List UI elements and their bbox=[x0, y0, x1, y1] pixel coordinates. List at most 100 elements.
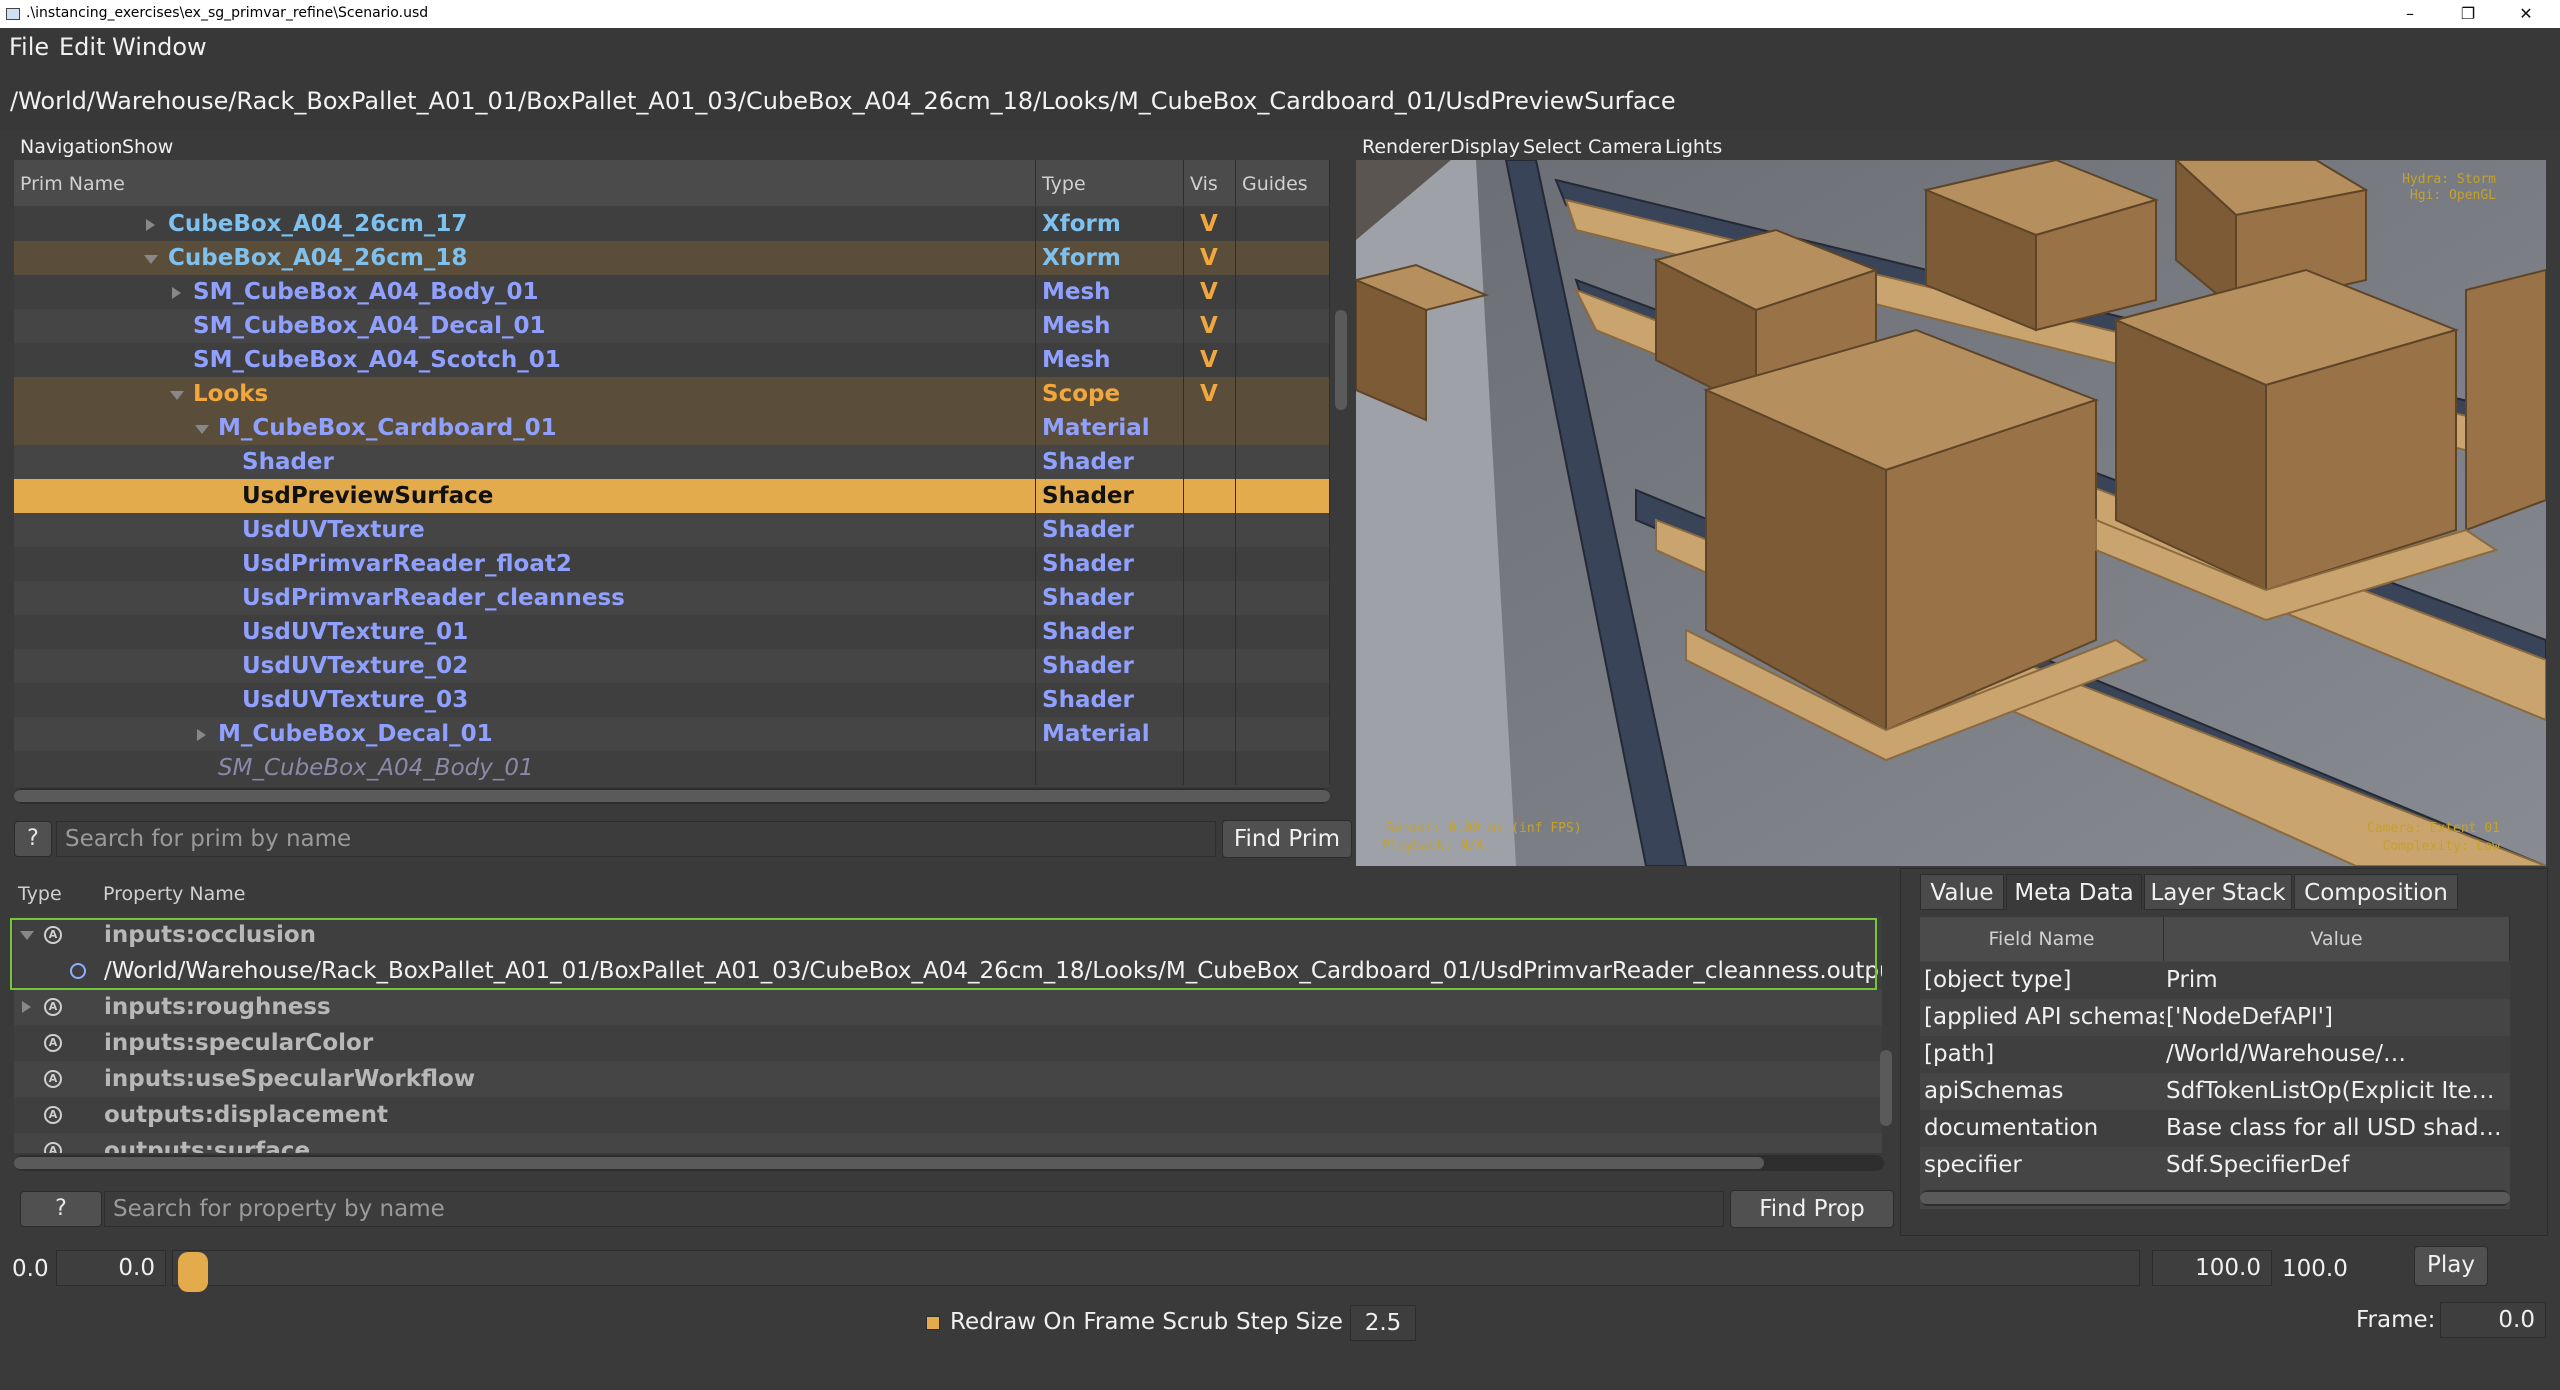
col-prop-type[interactable]: Type bbox=[18, 883, 62, 905]
prim-row[interactable]: UsdUVTexture_01 Shader bbox=[14, 615, 1330, 649]
prim-row[interactable]: UsdPrimvarReader_float2 Shader bbox=[14, 547, 1330, 581]
collapse-icon[interactable] bbox=[144, 255, 158, 264]
menu-navigation[interactable]: Navigation bbox=[20, 136, 122, 158]
menu-file[interactable]: File bbox=[9, 33, 49, 61]
expand-icon[interactable] bbox=[22, 1001, 31, 1013]
start-frame-label: 0.0 bbox=[12, 1256, 49, 1282]
find-prop-button[interactable]: Find Prop bbox=[1730, 1190, 1894, 1228]
tab-composition[interactable]: Composition bbox=[2294, 874, 2458, 910]
expand-icon[interactable] bbox=[172, 287, 181, 299]
vis-toggle[interactable]: V bbox=[1184, 377, 1236, 411]
collapse-icon[interactable] bbox=[195, 425, 209, 434]
metadata-row[interactable]: [path]/World/Warehouse/… bbox=[1920, 1036, 2510, 1073]
3d-viewport[interactable]: Hydra: Storm Hgi: OpenGL Render: 0.00 ms… bbox=[1356, 160, 2546, 866]
menu-edit[interactable]: Edit bbox=[59, 33, 105, 61]
col-value[interactable]: Value bbox=[2164, 917, 2510, 961]
prim-search-help-button[interactable]: ? bbox=[14, 821, 52, 857]
hud-complexity: Complexity: Low bbox=[2382, 839, 2500, 854]
prim-row[interactable]: Looks Scope V bbox=[14, 377, 1330, 411]
vis-toggle[interactable]: V bbox=[1184, 309, 1236, 343]
property-row[interactable]: A inputs:useSpecularWorkflow bbox=[14, 1061, 1882, 1097]
maximize-button[interactable]: ❐ bbox=[2448, 2, 2488, 26]
expand-icon[interactable] bbox=[146, 219, 155, 231]
find-prim-button[interactable]: Find Prim bbox=[1222, 820, 1352, 858]
prop-search-help-button[interactable]: ? bbox=[20, 1191, 102, 1227]
metadata-row[interactable]: [applied API schemas] ['NodeDefAPI'] bbox=[1920, 999, 2510, 1036]
metadata-row[interactable]: [object type] Prim bbox=[1920, 962, 2510, 999]
tab-layer-stack[interactable]: Layer Stack bbox=[2144, 874, 2292, 910]
col-vis[interactable]: Vis bbox=[1184, 160, 1236, 206]
col-prim-name[interactable]: Prim Name bbox=[14, 160, 1036, 206]
prim-row[interactable]: SM_CubeBox_A04_Body_01 bbox=[14, 751, 1330, 785]
close-button[interactable]: ✕ bbox=[2506, 2, 2546, 26]
menu-lights[interactable]: Lights bbox=[1665, 136, 1722, 158]
path-bar: /World/Warehouse/Rack_BoxPallet_A01_01/B… bbox=[0, 66, 2560, 130]
menu-renderer[interactable]: Renderer bbox=[1362, 136, 1449, 158]
hud-renderer: Hydra: Storm bbox=[2402, 172, 2496, 187]
property-header: Type Property Name bbox=[14, 873, 1884, 913]
prim-tree-hscroll[interactable] bbox=[14, 788, 1330, 804]
metadata-hscroll[interactable] bbox=[1920, 1190, 2510, 1206]
menu-window[interactable]: Window bbox=[112, 33, 207, 61]
prim-row[interactable]: M_CubeBox_Cardboard_01 Material bbox=[14, 411, 1330, 445]
col-guides[interactable]: Guides bbox=[1236, 160, 1330, 206]
tab-meta-data[interactable]: Meta Data bbox=[2006, 874, 2142, 910]
attribute-icon: A bbox=[44, 1142, 62, 1153]
metadata-row[interactable]: specifier Sdf.SpecifierDef bbox=[1920, 1147, 2510, 1184]
redraw-label: Redraw On Frame Scrub bbox=[950, 1309, 1229, 1335]
metadata-row[interactable]: apiSchemas SdfTokenListOp(Explicit Items:… bbox=[1920, 1073, 2510, 1110]
frame-slider-handle[interactable] bbox=[178, 1252, 208, 1292]
prim-row[interactable]: SM_CubeBox_A04_Decal_01 Mesh V bbox=[14, 309, 1330, 343]
prim-row[interactable]: UsdPrimvarReader_cleanness Shader bbox=[14, 581, 1330, 615]
vis-toggle[interactable]: V bbox=[1184, 241, 1236, 275]
property-row[interactable]: A outputs:displacement bbox=[14, 1097, 1882, 1133]
step-size-field[interactable]: 2.5 bbox=[1350, 1305, 1416, 1341]
vis-toggle[interactable]: V bbox=[1184, 343, 1236, 377]
metadata-table: Field Name Value [object type] Prim [appl… bbox=[1920, 917, 2510, 1209]
prim-search-input[interactable]: Search for prim by name bbox=[56, 821, 1216, 857]
prim-pane-menubar: Navigation Show bbox=[12, 130, 1357, 160]
prim-row[interactable]: UsdUVTexture Shader bbox=[14, 513, 1330, 547]
metadata-row[interactable]: documentation Base class for all USD shad… bbox=[1920, 1110, 2510, 1147]
redraw-checkbox[interactable] bbox=[926, 1316, 940, 1330]
prim-row[interactable]: SM_CubeBox_A04_Scotch_01 Mesh V bbox=[14, 343, 1330, 377]
prim-row[interactable]: Shader Shader bbox=[14, 445, 1330, 479]
hud-hgi: Hgi: OpenGL bbox=[2409, 188, 2496, 203]
end-frame-field[interactable]: 100.0 bbox=[2152, 1250, 2272, 1286]
property-row[interactable]: A inputs:roughness bbox=[14, 989, 1882, 1025]
property-row[interactable]: A inputs:specularColor bbox=[14, 1025, 1882, 1061]
current-frame-field[interactable]: 0.0 bbox=[2440, 1302, 2546, 1338]
prim-row[interactable]: UsdUVTexture_03 Shader bbox=[14, 683, 1330, 717]
prim-row[interactable]: CubeBox_A04_26cm_18 Xform V bbox=[14, 241, 1330, 275]
menu-select[interactable]: Select bbox=[1523, 136, 1582, 158]
col-prop-name[interactable]: Property Name bbox=[103, 883, 246, 905]
hud-playback: Playback: N/A bbox=[1382, 839, 1484, 854]
property-list-hscroll[interactable] bbox=[14, 1155, 1884, 1171]
minimize-button[interactable]: – bbox=[2390, 2, 2430, 26]
property-row[interactable]: A outputs:surface bbox=[14, 1133, 1882, 1153]
frame-slider[interactable] bbox=[172, 1250, 2140, 1286]
prim-row[interactable]: UsdUVTexture_02 Shader bbox=[14, 649, 1330, 683]
expand-icon[interactable] bbox=[197, 729, 206, 741]
prim-tree-vscroll[interactable] bbox=[1335, 310, 1347, 410]
metadata-vscroll[interactable] bbox=[2512, 917, 2526, 1207]
property-list-vscroll[interactable] bbox=[1880, 1050, 1892, 1126]
prim-row[interactable]: CubeBox_A04_26cm_17 Xform V bbox=[14, 207, 1330, 241]
vis-toggle[interactable]: V bbox=[1184, 207, 1236, 241]
prim-row[interactable]: SM_CubeBox_A04_Body_01 Mesh V bbox=[14, 275, 1330, 309]
tab-value[interactable]: Value bbox=[1920, 874, 2004, 910]
prim-path-field[interactable]: /World/Warehouse/Rack_BoxPallet_A01_01/B… bbox=[10, 81, 2550, 121]
col-type[interactable]: Type bbox=[1036, 160, 1184, 206]
collapse-icon[interactable] bbox=[170, 391, 184, 400]
prop-search-input[interactable]: Search for property by name bbox=[104, 1191, 1724, 1227]
menu-show[interactable]: Show bbox=[122, 136, 173, 158]
prim-row-selected[interactable]: UsdPreviewSurface Shader bbox=[14, 479, 1330, 513]
prim-row[interactable]: M_CubeBox_Decal_01 Material bbox=[14, 717, 1330, 751]
start-frame-field[interactable]: 0.0 bbox=[56, 1250, 166, 1286]
play-button[interactable]: Play bbox=[2414, 1246, 2488, 1286]
app-icon bbox=[6, 8, 20, 20]
vis-toggle[interactable]: V bbox=[1184, 275, 1236, 309]
menu-camera[interactable]: Camera bbox=[1588, 136, 1663, 158]
col-field-name[interactable]: Field Name bbox=[1920, 917, 2164, 961]
menu-display[interactable]: Display bbox=[1450, 136, 1520, 158]
